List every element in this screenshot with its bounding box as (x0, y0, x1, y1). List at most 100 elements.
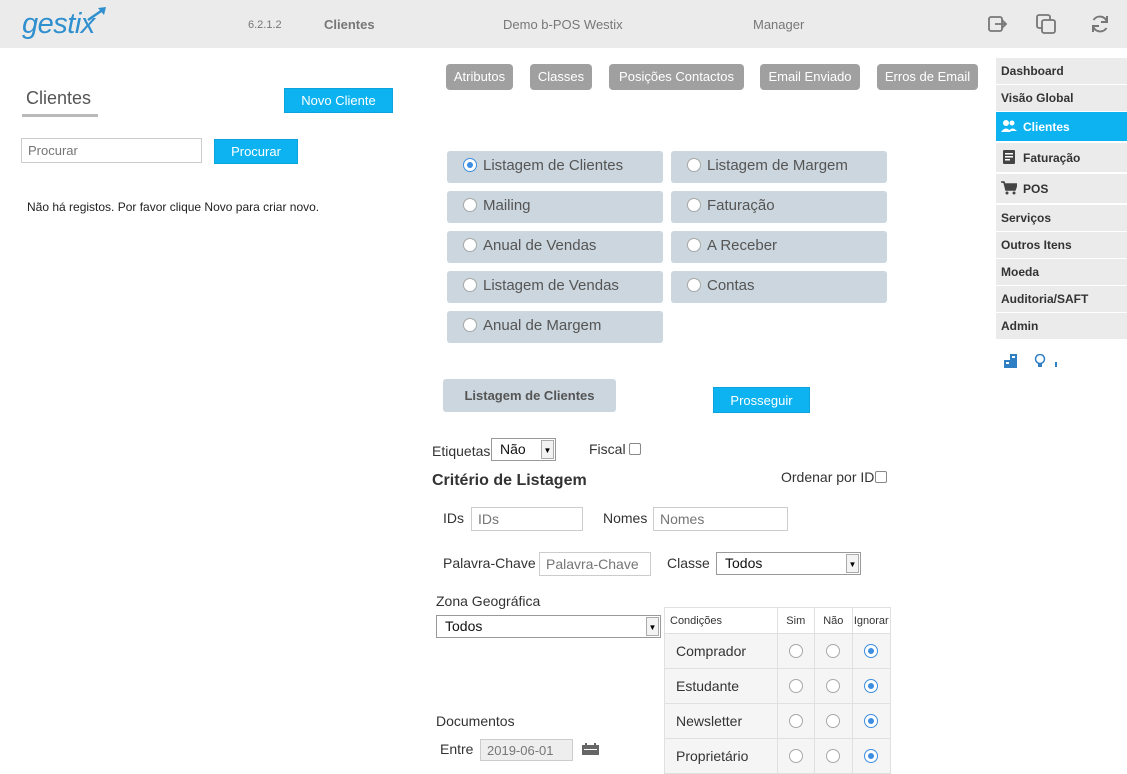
calendar-icon[interactable] (581, 743, 600, 755)
conditions-table: Condições Sim Não Ignorar Comprador Estu… (664, 607, 892, 774)
email-sent-button[interactable]: Email Enviado (760, 64, 860, 90)
email-errors-button[interactable]: Erros de Email (877, 64, 978, 90)
current-module: Clientes (324, 17, 375, 32)
sidebar-item-other-items[interactable]: Outros Itens (996, 232, 1127, 259)
sidebar-item-invoicing[interactable]: Faturação (996, 143, 1127, 173)
labels-label: Etiquetas (432, 443, 491, 459)
chevron-down-icon: ▼ (846, 554, 859, 573)
search-button[interactable]: Procurar (214, 139, 298, 164)
sidebar-item-clients[interactable]: Clientes (996, 112, 1127, 142)
user-name[interactable]: Manager (753, 17, 804, 32)
order-by-id-label: Ordenar por ID (781, 469, 875, 485)
cart-icon (1001, 181, 1017, 195)
order-by-id-checkbox[interactable] (875, 471, 887, 483)
fiscal-checkbox[interactable] (629, 443, 641, 455)
documents-label: Documentos (436, 713, 515, 729)
table-row: Estudante (664, 668, 892, 704)
keyword-label: Palavra-Chave (443, 555, 536, 571)
radio[interactable] (463, 198, 477, 212)
refresh-icon[interactable] (1089, 13, 1111, 35)
report-option-invoicing[interactable]: Faturação (671, 191, 887, 223)
condition-yes-radio[interactable] (788, 679, 803, 693)
ignore-header: Ignorar (851, 607, 892, 634)
condition-yes-radio[interactable] (788, 644, 803, 658)
ids-input[interactable] (471, 507, 583, 531)
report-option-sales-listing[interactable]: Listagem de Vendas (447, 271, 663, 303)
radio[interactable] (687, 158, 701, 172)
report-option-margin-listing[interactable]: Listagem de Margem (671, 151, 887, 183)
condition-no-radio[interactable] (826, 644, 841, 658)
zone-label: Zona Geográfica (436, 593, 541, 609)
criteria-title: Critério de Listagem (432, 472, 587, 489)
sidebar-item-dashboard[interactable]: Dashboard (996, 58, 1127, 85)
company-name[interactable]: Demo b-POS Westix (503, 17, 623, 32)
chevron-down-icon: ▼ (541, 440, 554, 459)
document-icon (1003, 150, 1015, 164)
logout-icon[interactable] (986, 13, 1008, 35)
yes-header: Sim (776, 607, 816, 634)
no-header: Não (814, 607, 853, 634)
keyword-input[interactable] (539, 552, 651, 576)
condition-yes-radio[interactable] (788, 714, 803, 728)
report-option-accounts[interactable]: Contas (671, 271, 887, 303)
radio[interactable] (687, 278, 701, 292)
condition-ignore-radio[interactable] (864, 714, 879, 728)
windows-icon[interactable] (1035, 13, 1057, 35)
table-row: Comprador (664, 633, 892, 669)
new-client-button[interactable]: Novo Cliente (284, 88, 393, 113)
building-icon[interactable] (1004, 354, 1018, 368)
names-input[interactable] (653, 507, 788, 531)
sidebar-item-audit-saft[interactable]: Auditoria/SAFT (996, 286, 1127, 313)
names-label: Nomes (603, 510, 648, 526)
contact-positions-button[interactable]: Posições Contactos (609, 64, 744, 90)
top-bar: gestix 6.2.1.2 Clientes Demo b-POS Westi… (0, 0, 1127, 48)
sidebar-item-global-view[interactable]: Visão Global (996, 85, 1127, 112)
class-select[interactable]: Todos ▼ (716, 552, 861, 575)
classes-button[interactable]: Classes (530, 64, 592, 90)
report-option-client-listing[interactable]: Listagem de Clientes (447, 151, 663, 183)
search-input[interactable] (21, 138, 202, 163)
sidebar-item-services[interactable]: Serviços (996, 205, 1127, 232)
selected-report-label: Listagem de Clientes (443, 379, 616, 412)
sidebar-item-currency[interactable]: Moeda (996, 259, 1127, 286)
report-option-receivable[interactable]: A Receber (671, 231, 887, 263)
sidebar-item-pos[interactable]: POS (996, 174, 1127, 204)
attributes-button[interactable]: Atributos (446, 64, 513, 90)
radio[interactable] (687, 198, 701, 212)
report-option-annual-margin[interactable]: Anual de Margem (447, 311, 663, 343)
condition-name: Estudante (664, 668, 778, 704)
condition-no-radio[interactable] (826, 679, 841, 693)
app-logo[interactable]: gestix (22, 8, 95, 41)
condition-ignore-radio[interactable] (864, 679, 879, 693)
radio-selected[interactable] (463, 158, 477, 172)
radio[interactable] (687, 238, 701, 252)
report-option-annual-sales[interactable]: Anual de Vendas (447, 231, 663, 263)
condition-name: Newsletter (664, 703, 778, 739)
condition-ignore-radio[interactable] (864, 644, 879, 658)
table-row: Proprietário (664, 738, 892, 774)
condition-yes-radio[interactable] (788, 749, 803, 763)
start-date-input[interactable]: 2019-06-01 (480, 739, 573, 761)
proceed-button[interactable]: Prosseguir (713, 387, 810, 413)
condition-ignore-radio[interactable] (864, 749, 879, 763)
page-title: Clientes (26, 88, 92, 108)
sidebar-item-admin[interactable]: Admin (996, 313, 1127, 340)
zone-select[interactable]: Todos ▼ (436, 615, 661, 638)
radio[interactable] (463, 318, 477, 332)
radio[interactable] (463, 238, 477, 252)
labels-select[interactable]: Não ▼ (491, 438, 556, 461)
lightbulb-icon[interactable] (1034, 354, 1046, 368)
fiscal-label: Fiscal (589, 441, 626, 457)
condition-no-radio[interactable] (826, 714, 841, 728)
title-underline (22, 114, 98, 117)
radio[interactable] (463, 278, 477, 292)
table-row: Newsletter (664, 703, 892, 739)
condition-no-radio[interactable] (826, 749, 841, 763)
chevron-down-icon: ▼ (646, 617, 659, 636)
condition-name: Proprietário (664, 738, 778, 774)
report-option-mailing[interactable]: Mailing (447, 191, 663, 223)
logo-arrow-icon (87, 7, 106, 22)
ids-label: IDs (443, 510, 464, 526)
indicator-dot (1055, 362, 1057, 367)
class-label: Classe (667, 555, 710, 571)
